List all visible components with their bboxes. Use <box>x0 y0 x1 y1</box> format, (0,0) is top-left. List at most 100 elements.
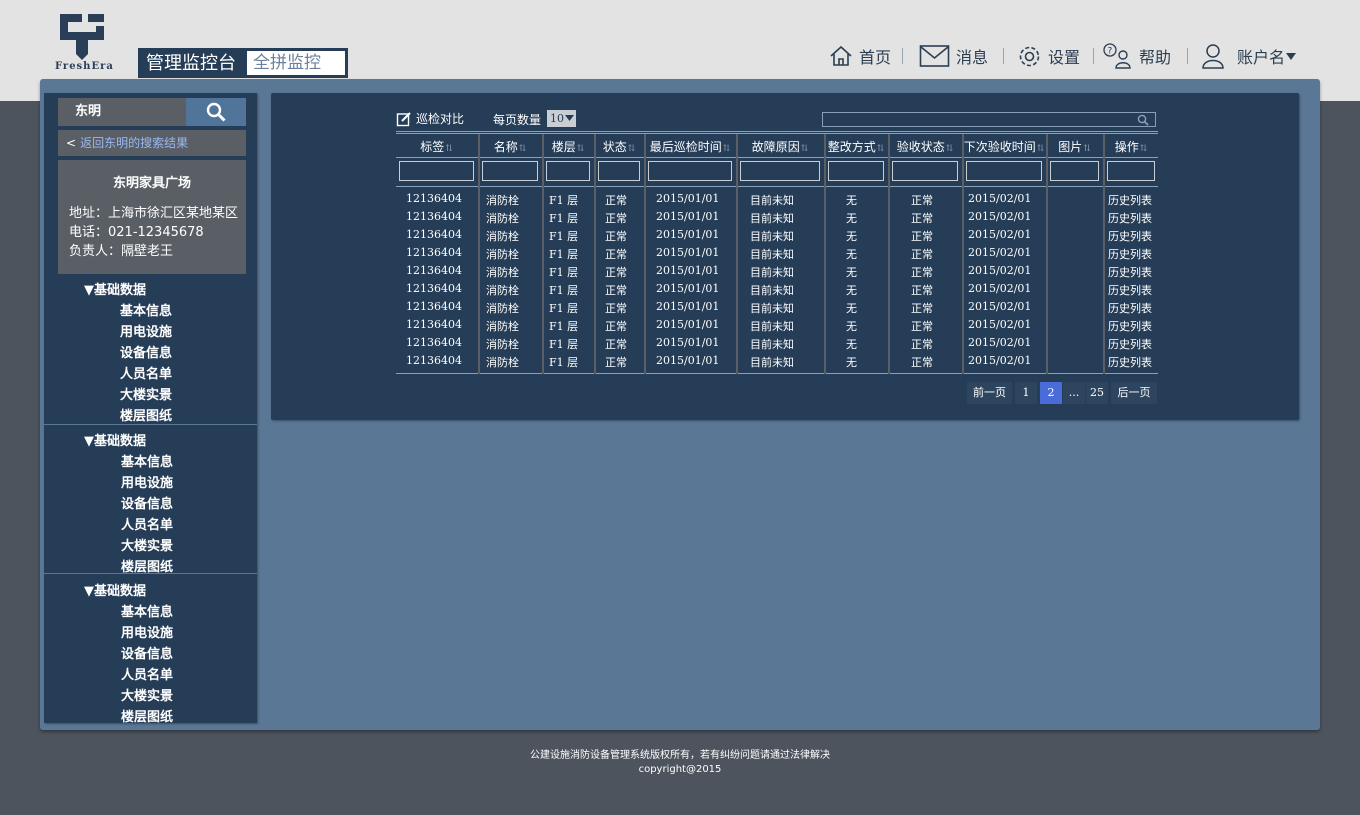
site-info-card: 东明家具广场 地址：上海市徐汇区某地某区 电话：021-12345678 负责人… <box>58 160 246 274</box>
back-link[interactable]: 返回东明的搜索结果 <box>80 136 188 150</box>
sort-icon[interactable]: ⇅ <box>1037 144 1045 154</box>
history-list-link[interactable]: 历史列表 <box>1108 210 1152 226</box>
nav-settings[interactable]: 设置 <box>1017 40 1080 72</box>
sidebar-search-input[interactable]: 东明 <box>58 98 186 126</box>
column-header[interactable]: 最后巡检时间⇅ <box>645 138 735 155</box>
page-ellipsis: ... <box>1063 382 1085 404</box>
column-filter-input[interactable] <box>1107 161 1155 181</box>
sidebar-item[interactable]: 大楼实景 <box>121 535 173 554</box>
column-filter-input[interactable] <box>399 161 474 181</box>
compare-button[interactable]: 巡检对比 <box>396 110 464 127</box>
sidebar-item[interactable]: 基本信息 <box>121 601 173 620</box>
table-cell: 2015/01/01 <box>656 354 720 367</box>
column-filter-input[interactable] <box>648 161 732 181</box>
sidebar-item[interactable]: 用电设施 <box>121 472 173 491</box>
sort-icon[interactable]: ⇅ <box>577 144 585 154</box>
sidebar-item[interactable]: 基本信息 <box>120 300 172 319</box>
back-to-search-results[interactable]: < 返回东明的搜索结果 <box>58 130 246 156</box>
sidebar-item[interactable]: 人员名单 <box>121 664 173 683</box>
column-header[interactable]: 名称⇅ <box>479 138 541 155</box>
title-management-console[interactable]: 管理监控台 <box>138 48 244 78</box>
column-header[interactable]: 操作⇅ <box>1104 138 1158 155</box>
table-cell: 正常 <box>605 212 627 225</box>
table-cell: 目前未知 <box>750 284 794 297</box>
table-search-input[interactable] <box>822 112 1156 127</box>
prev-page-button[interactable]: 前一页 <box>967 382 1012 404</box>
sort-icon[interactable]: ⇅ <box>723 144 731 154</box>
sort-icon[interactable]: ⇅ <box>628 144 636 154</box>
sidebar-group-header[interactable]: ▼基础数据 <box>84 580 146 599</box>
column-filter-input[interactable] <box>482 161 538 181</box>
next-page-button[interactable]: 后一页 <box>1111 382 1157 404</box>
table-cell: 2015/02/01 <box>968 228 1032 241</box>
history-list-link[interactable]: 历史列表 <box>1108 282 1152 298</box>
history-list-link[interactable]: 历史列表 <box>1108 264 1152 280</box>
column-filter-input[interactable] <box>828 161 884 181</box>
sidebar-item[interactable]: 设备信息 <box>121 493 173 512</box>
sort-icon[interactable]: ⇅ <box>1083 144 1091 154</box>
column-filter-input[interactable] <box>966 161 1042 181</box>
logo-text: FreshEra <box>55 61 114 72</box>
sidebar-item[interactable]: 基本信息 <box>121 451 173 470</box>
sidebar-item[interactable]: 设备信息 <box>120 342 172 361</box>
sidebar-item[interactable]: 楼层图纸 <box>121 706 173 725</box>
column-filter-input[interactable] <box>598 161 640 181</box>
page-button[interactable]: 2 <box>1040 382 1062 404</box>
table-cell: 12136404 <box>406 264 462 277</box>
column-header[interactable]: 故障原因⇅ <box>737 138 823 155</box>
sidebar-group-header[interactable]: ▼基础数据 <box>84 279 146 298</box>
column-filter-input[interactable] <box>546 161 590 181</box>
table-cell: 正常 <box>911 284 933 297</box>
history-list-link[interactable]: 历史列表 <box>1108 318 1152 334</box>
history-list-link[interactable]: 历史列表 <box>1108 246 1152 262</box>
sidebar-group-header[interactable]: ▼基础数据 <box>84 430 146 449</box>
nav-divider <box>1187 48 1188 64</box>
sort-icon[interactable]: ⇅ <box>1140 144 1148 154</box>
table-cell: 目前未知 <box>750 338 794 351</box>
sidebar-item[interactable]: 大楼实景 <box>120 384 172 403</box>
sidebar-item[interactable]: 人员名单 <box>121 514 173 533</box>
page-button[interactable]: 25 <box>1086 382 1108 404</box>
history-list-link[interactable]: 历史列表 <box>1108 300 1152 316</box>
sort-icon[interactable]: ⇅ <box>801 144 809 154</box>
table-cell: 正常 <box>911 266 933 279</box>
column-header[interactable]: 验收状态⇅ <box>889 138 961 155</box>
nav-home[interactable]: 首页 <box>829 40 891 72</box>
sidebar-item[interactable]: 设备信息 <box>121 643 173 662</box>
column-header[interactable]: 标签⇅ <box>396 138 477 155</box>
column-filter-input[interactable] <box>740 161 820 181</box>
table-cell: 12136404 <box>406 354 462 367</box>
sidebar-search-button[interactable] <box>186 98 246 126</box>
column-filter-input[interactable] <box>892 161 958 181</box>
nav-messages[interactable]: 消息 <box>919 40 988 72</box>
history-list-link[interactable]: 历史列表 <box>1108 192 1152 208</box>
per-page-select[interactable]: 10 <box>547 110 576 127</box>
sort-icon[interactable]: ⇅ <box>519 144 527 154</box>
sidebar-item[interactable]: 用电设施 <box>121 622 173 641</box>
page-button[interactable]: 1 <box>1015 382 1037 404</box>
nav-help[interactable]: ? 帮助 <box>1103 40 1171 72</box>
history-list-link[interactable]: 历史列表 <box>1108 354 1152 370</box>
sort-icon[interactable]: ⇅ <box>445 144 453 154</box>
sort-icon[interactable]: ⇅ <box>946 144 954 154</box>
column-header[interactable]: 图片⇅ <box>1047 138 1102 155</box>
column-header[interactable]: 楼层⇅ <box>543 138 593 155</box>
sidebar-item[interactable]: 大楼实景 <box>121 685 173 704</box>
history-list-link[interactable]: 历史列表 <box>1108 228 1152 244</box>
column-header-label: 标签 <box>420 140 445 154</box>
sidebar-item[interactable]: 楼层图纸 <box>120 405 172 424</box>
column-filter-input[interactable] <box>1050 161 1099 181</box>
column-header[interactable]: 整改方式⇅ <box>825 138 887 155</box>
column-header-label: 下次验收时间 <box>963 140 1036 154</box>
nav-account[interactable]: 账户名 <box>1201 40 1297 72</box>
sidebar-item[interactable]: 人员名单 <box>120 363 172 382</box>
column-header[interactable]: 状态⇅ <box>595 138 643 155</box>
title-full-monitor[interactable]: 全拼监控 <box>244 48 348 78</box>
column-divider <box>594 134 596 374</box>
search-icon <box>206 102 226 122</box>
table-cell: F1 层 <box>549 320 579 333</box>
sidebar-item[interactable]: 用电设施 <box>120 321 172 340</box>
column-header[interactable]: 下次验收时间⇅ <box>963 138 1045 155</box>
history-list-link[interactable]: 历史列表 <box>1108 336 1152 352</box>
sort-icon[interactable]: ⇅ <box>877 144 885 154</box>
